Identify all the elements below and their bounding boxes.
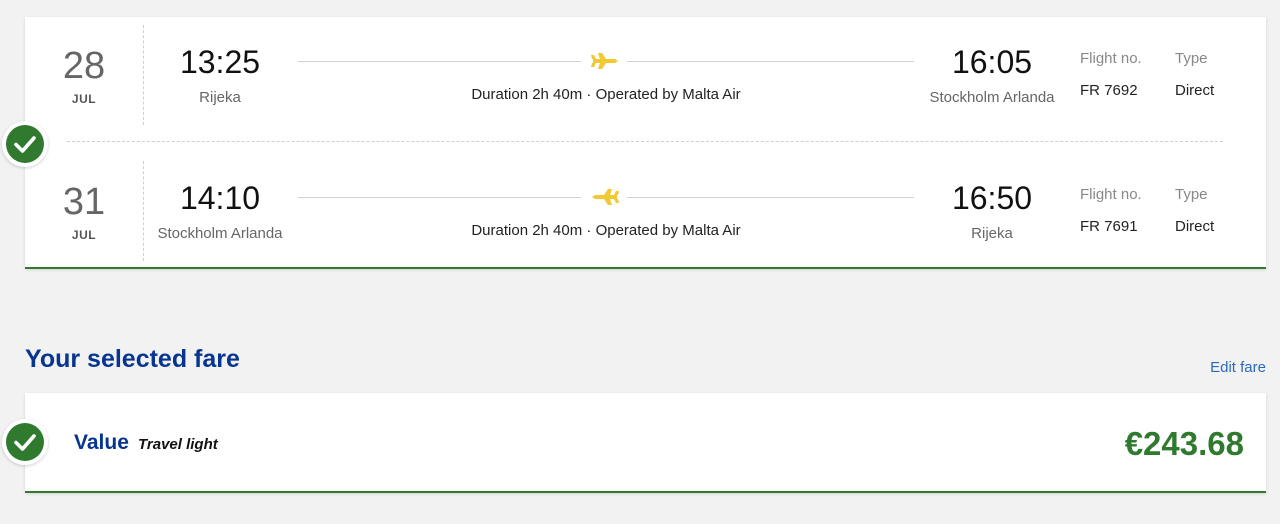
- arrival-city: Rijeka: [971, 225, 1013, 242]
- fare-selected-check-icon: [2, 419, 48, 465]
- arrival-block: 16:05 Stockholm Arlanda: [927, 46, 1057, 107]
- flight-date-month: JUL: [71, 228, 97, 242]
- route-line-right: [627, 197, 914, 198]
- route-info: Duration 2h 40m · Operated by Malta Air: [471, 222, 741, 239]
- route-info: Duration 2h 40m · Operated by Malta Air: [471, 86, 741, 103]
- flight-route: Duration 2h 40m · Operated by Malta Air: [298, 186, 914, 246]
- leg-divider: [67, 141, 1223, 142]
- flight-type: Direct: [1175, 82, 1215, 99]
- flight-number: FR 7691: [1080, 218, 1138, 235]
- flight-route: Duration 2h 40m · Operated by Malta Air: [298, 50, 914, 110]
- departure-city: Stockholm Arlanda: [157, 225, 283, 242]
- route-line-left: [298, 61, 581, 62]
- flight-number-label: Flight no.: [1080, 50, 1142, 67]
- route-line-left: [298, 197, 581, 198]
- departure-city: Rijeka: [199, 89, 241, 106]
- flight-number-label: Flight no.: [1080, 186, 1142, 203]
- flights-card: 28 JUL 13:25 Rijeka Duration 2h 40m · Op…: [25, 17, 1266, 269]
- departure-block: 14:10 Stockholm Arlanda: [155, 182, 285, 243]
- flight-date-day: 28: [62, 45, 106, 87]
- flight-date-month: JUL: [71, 92, 97, 106]
- flight-date: 28 JUL: [25, 25, 144, 125]
- departure-block: 13:25 Rijeka: [155, 46, 285, 107]
- plane-left-icon: [592, 189, 619, 205]
- flight-number: FR 7692: [1080, 82, 1138, 99]
- arrival-city: Stockholm Arlanda: [929, 89, 1055, 106]
- route-line-right: [627, 61, 914, 62]
- flight-leg-return: 31 JUL 14:10 Stockholm Arlanda Duration …: [25, 153, 1266, 271]
- flight-date: 31 JUL: [25, 161, 144, 261]
- arrival-time: 16:50: [951, 180, 1033, 216]
- arrival-time: 16:05: [951, 44, 1033, 80]
- arrival-block: 16:50 Rijeka: [927, 182, 1057, 243]
- fare-card: Value Travel light €243.68: [25, 393, 1266, 493]
- flight-type-label: Type: [1175, 50, 1208, 67]
- flight-type: Direct: [1175, 218, 1215, 235]
- fare-tagline: Travel light: [138, 436, 218, 453]
- edit-fare-link[interactable]: Edit fare: [1210, 359, 1266, 376]
- flights-selected-check-icon: [2, 121, 48, 167]
- flight-date-day: 31: [62, 181, 106, 223]
- departure-time: 13:25: [179, 44, 261, 80]
- flight-type-label: Type: [1175, 186, 1208, 203]
- departure-time: 14:10: [179, 180, 261, 216]
- fare-price: €243.68: [1124, 425, 1244, 462]
- fare-name: Value: [74, 431, 129, 454]
- selected-fare-title: Your selected fare: [25, 345, 240, 373]
- flight-leg-outbound: 28 JUL 13:25 Rijeka Duration 2h 40m · Op…: [25, 17, 1266, 135]
- plane-right-icon: [591, 53, 618, 69]
